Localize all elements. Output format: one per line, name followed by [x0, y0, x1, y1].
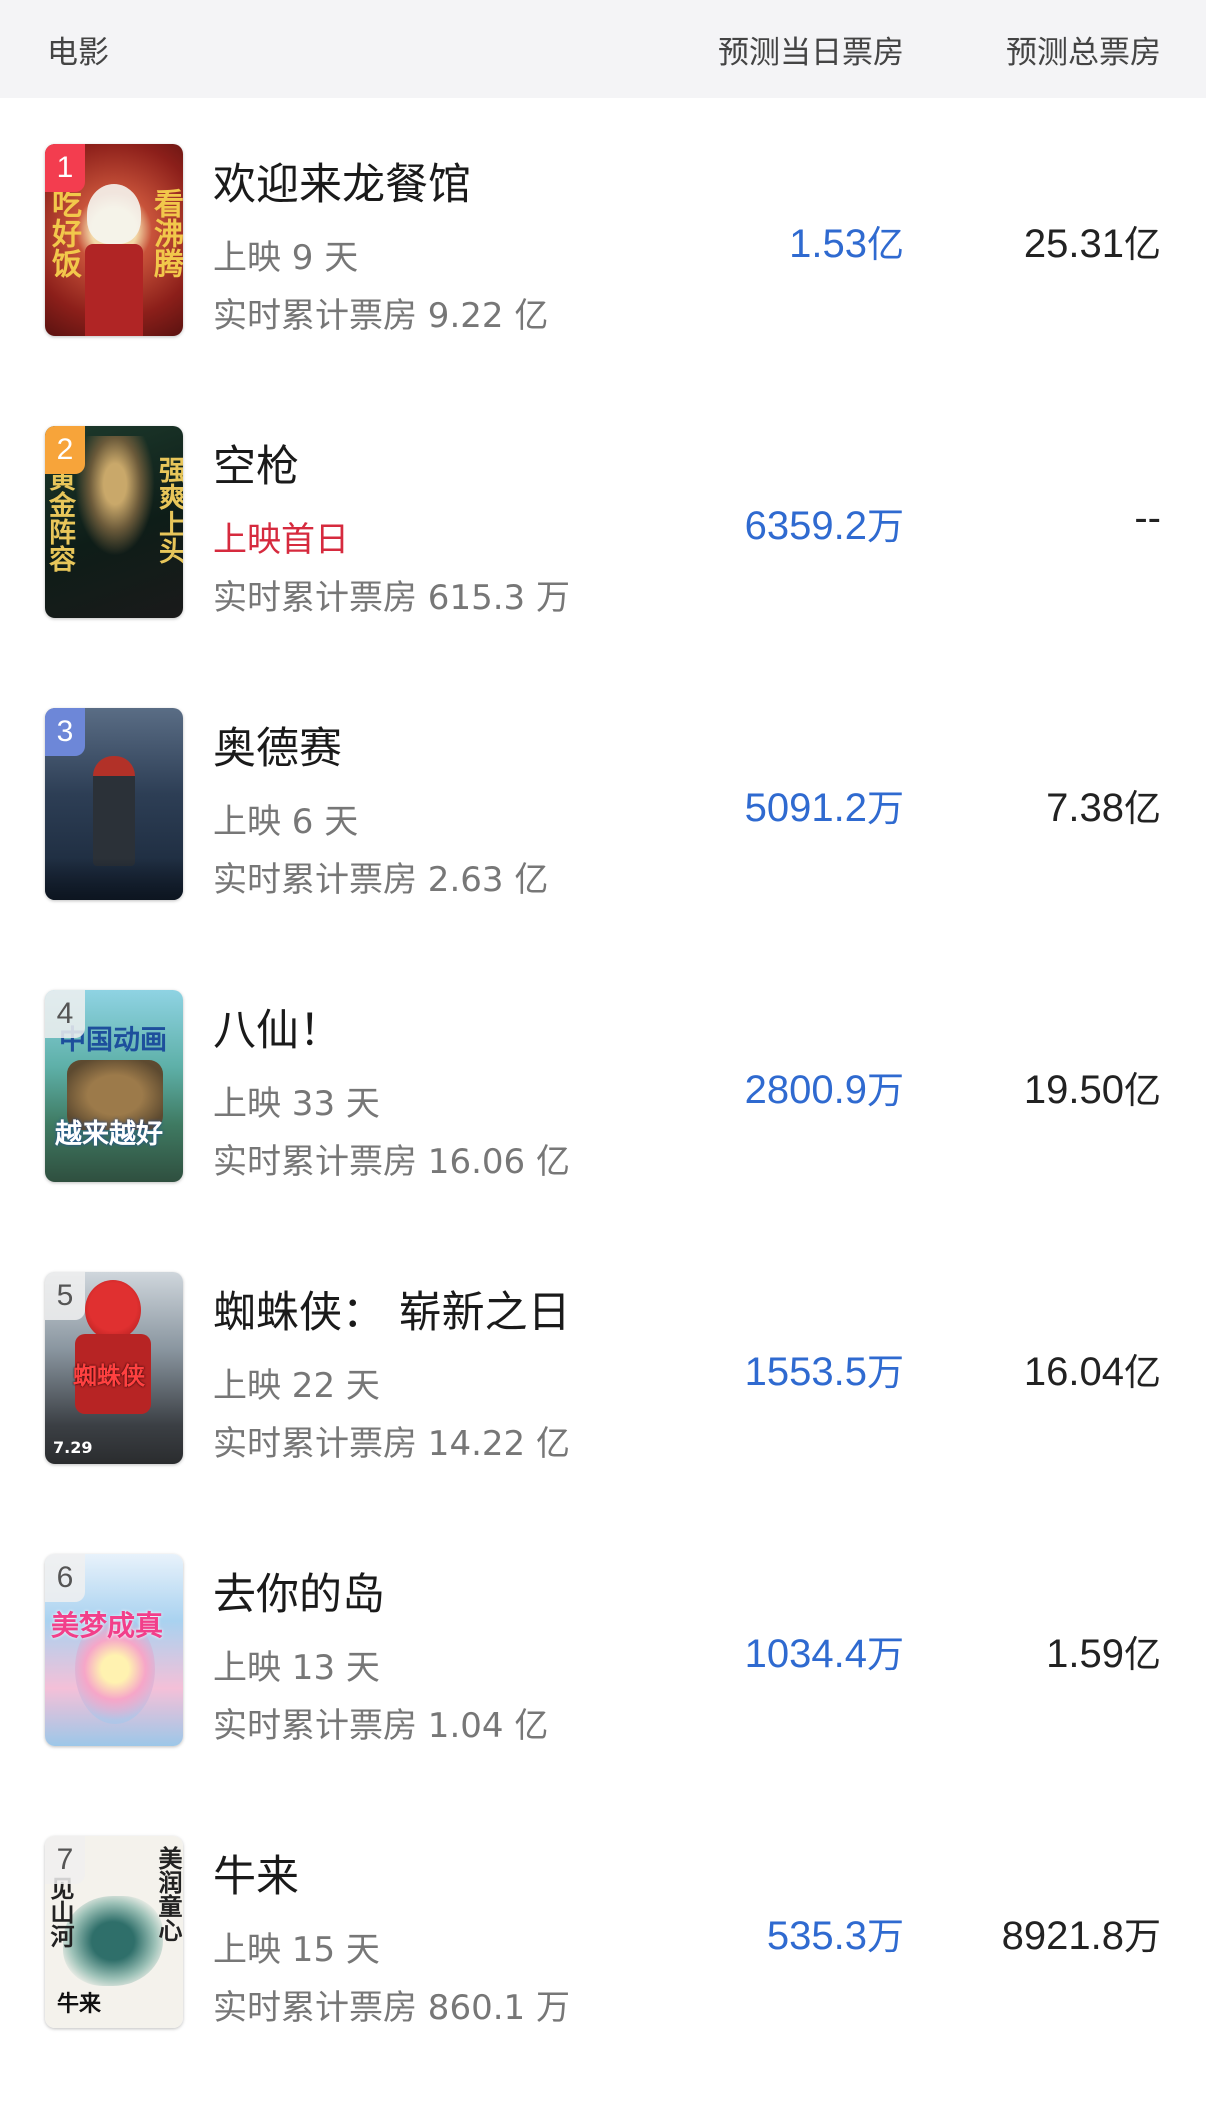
- header-movie[interactable]: 电影: [47, 27, 109, 72]
- poster-slogan-left: 见山河: [46, 1876, 75, 1948]
- release-status: 上映 9 天: [213, 238, 359, 278]
- release-status: 上映 13 天: [213, 1648, 380, 1688]
- header-predicted-day[interactable]: 预测当日票房: [718, 27, 904, 72]
- movie-title[interactable]: 空枪: [213, 432, 299, 494]
- cumulative-box-office: 实时累计票房 2.63 亿: [213, 860, 549, 900]
- movie-poster[interactable]: 见山河 美润童心 牛来 7: [45, 1836, 183, 2028]
- poster-title-text: 牛来: [57, 1992, 102, 2017]
- cumulative-box-office: 实时累计票房 16.06 亿: [213, 1142, 570, 1182]
- header-predicted-total[interactable]: 预测总票房: [1006, 27, 1161, 72]
- predicted-total-box-office: 1.59亿: [1046, 1632, 1161, 1676]
- predicted-day-box-office: 2800.9万: [744, 1068, 904, 1112]
- cumulative-box-office: 实时累计票房 14.22 亿: [213, 1424, 570, 1464]
- movie-row[interactable]: 黄金阵容 强爽上头 2 空枪 上映首日 实时累计票房 615.3 万 6359.…: [0, 380, 1206, 662]
- rank-badge: 6: [45, 1554, 85, 1602]
- predicted-total-box-office: 25.31亿: [1023, 222, 1161, 266]
- cumulative-box-office: 实时累计票房 9.22 亿: [213, 296, 549, 336]
- movie-title[interactable]: 蜘蛛侠： 崭新之日: [213, 1278, 571, 1340]
- cumulative-box-office: 实时累计票房 860.1 万: [213, 1988, 570, 2028]
- predicted-total-box-office: 7.38亿: [1046, 786, 1161, 830]
- rank-badge: 7: [45, 1836, 85, 1884]
- movie-title[interactable]: 欢迎来龙餐馆: [213, 150, 471, 212]
- rank-badge: 5: [45, 1272, 85, 1320]
- release-status: 上映 15 天: [213, 1930, 380, 1970]
- movie-poster[interactable]: 黄金阵容 强爽上头 2: [45, 426, 183, 618]
- release-status: 上映首日: [213, 520, 349, 560]
- movie-title[interactable]: 奥德赛: [213, 714, 342, 776]
- poster-slogan-top: 美梦成真: [51, 1609, 164, 1642]
- movie-row[interactable]: 见山河 美润童心 牛来 7 牛来 上映 15 天 实时累计票房 860.1 万 …: [0, 1790, 1206, 2072]
- poster-slogan-bottom: 越来越好: [55, 1119, 163, 1150]
- poster-title-text: 蜘蛛侠: [73, 1362, 145, 1390]
- rank-badge: 1: [45, 144, 85, 192]
- movie-poster[interactable]: 美梦成真 6: [45, 1554, 183, 1746]
- predicted-total-box-office: --: [1134, 496, 1161, 540]
- predicted-day-box-office: 1.53亿: [789, 222, 904, 266]
- movie-row[interactable]: 美梦成真 6 去你的岛 上映 13 天 实时累计票房 1.04 亿 1034.4…: [0, 1508, 1206, 1790]
- poster-slogan-right: 看沸腾: [148, 188, 183, 278]
- release-status: 上映 22 天: [213, 1366, 380, 1406]
- movie-list: 吃好饭 看沸腾 1 欢迎来龙餐馆 上映 9 天 实时累计票房 9.22 亿 1.…: [0, 98, 1206, 2072]
- rank-badge: 4: [45, 990, 85, 1038]
- poster-slogan-left: 黄金阵容: [45, 464, 75, 572]
- movie-row[interactable]: 3 奥德赛 上映 6 天 实时累计票房 2.63 亿 5091.2万 7.38亿: [0, 662, 1206, 944]
- table-header: 电影 预测当日票房 预测总票房: [0, 0, 1206, 98]
- cumulative-box-office: 实时累计票房 615.3 万: [213, 578, 570, 618]
- rank-badge: 2: [45, 426, 85, 474]
- poster-slogan-right: 强爽上头: [154, 456, 183, 564]
- movie-poster[interactable]: 吃好饭 看沸腾 1: [45, 144, 183, 336]
- predicted-day-box-office: 1034.4万: [744, 1632, 904, 1676]
- movie-title[interactable]: 去你的岛: [213, 1560, 385, 1622]
- predicted-day-box-office: 535.3万: [766, 1914, 904, 1958]
- movie-row[interactable]: 蜘蛛侠 7.29 5 蜘蛛侠： 崭新之日 上映 22 天 实时累计票房 14.2…: [0, 1226, 1206, 1508]
- movie-poster[interactable]: 3: [45, 708, 183, 900]
- predicted-total-box-office: 16.04亿: [1023, 1350, 1161, 1394]
- poster-slogan-right: 美润童心: [154, 1846, 183, 1942]
- predicted-day-box-office: 1553.5万: [744, 1350, 904, 1394]
- movie-row[interactable]: 中国动画 越来越好 4 八仙！ 上映 33 天 实时累计票房 16.06 亿 2…: [0, 944, 1206, 1226]
- poster-slogan-left: 吃好饭: [46, 188, 81, 278]
- poster-date-text: 7.29: [53, 1438, 93, 1457]
- predicted-day-box-office: 6359.2万: [744, 504, 904, 548]
- release-status: 上映 6 天: [213, 802, 359, 842]
- predicted-day-box-office: 5091.2万: [744, 786, 904, 830]
- movie-title[interactable]: 八仙！: [213, 996, 342, 1058]
- movie-row[interactable]: 吃好饭 看沸腾 1 欢迎来龙餐馆 上映 9 天 实时累计票房 9.22 亿 1.…: [0, 98, 1206, 380]
- cumulative-box-office: 实时累计票房 1.04 亿: [213, 1706, 549, 1746]
- movie-poster[interactable]: 中国动画 越来越好 4: [45, 990, 183, 1182]
- predicted-total-box-office: 8921.8万: [1001, 1914, 1161, 1958]
- release-status: 上映 33 天: [213, 1084, 380, 1124]
- movie-title[interactable]: 牛来: [213, 1842, 299, 1904]
- movie-poster[interactable]: 蜘蛛侠 7.29 5: [45, 1272, 183, 1464]
- predicted-total-box-office: 19.50亿: [1023, 1068, 1161, 1112]
- rank-badge: 3: [45, 708, 85, 756]
